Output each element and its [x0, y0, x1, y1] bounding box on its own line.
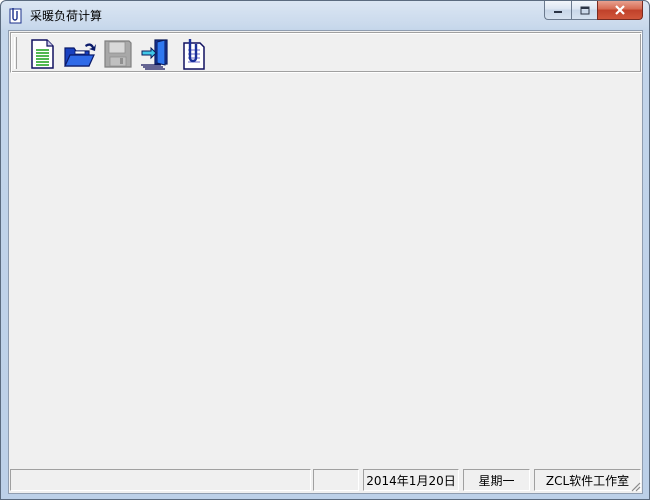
open-button[interactable] [62, 37, 98, 71]
exit-door-icon [141, 39, 168, 70]
new-button[interactable] [24, 37, 60, 71]
about-button[interactable] [176, 37, 212, 71]
status-date: 2014年1月20日 [363, 469, 459, 491]
open-folder-icon [64, 43, 96, 67]
work-area [9, 74, 642, 467]
client-area: 2014年1月20日 星期一 ZCL软件工作室 [8, 30, 643, 494]
new-document-icon [31, 39, 54, 69]
window-title: 采暖负荷计算 [30, 9, 103, 23]
caption-buttons [544, 1, 643, 21]
toolbar-grip[interactable] [14, 37, 17, 69]
maximize-icon [580, 6, 589, 14]
close-icon [615, 5, 625, 15]
save-disk-icon [104, 40, 132, 68]
status-weekday: 星期一 [463, 469, 530, 491]
document-clip-icon [9, 8, 22, 24]
status-panel-blank [313, 469, 359, 491]
minimize-button[interactable] [544, 1, 571, 20]
toolbar [10, 32, 642, 73]
resize-grip-icon[interactable] [629, 480, 641, 492]
status-bar: 2014年1月20日 星期一 ZCL软件工作室 [9, 467, 642, 493]
exit-button[interactable] [138, 37, 174, 71]
close-button[interactable] [597, 1, 643, 20]
document-clip-icon [183, 39, 205, 70]
app-window: 采暖负荷计算 2014年1月20日 星期一 ZCL软件工作室 [0, 0, 650, 500]
status-panel-message [10, 469, 311, 491]
title-bar[interactable]: 采暖负荷计算 [1, 1, 649, 29]
maximize-button[interactable] [571, 1, 597, 20]
save-button[interactable] [100, 37, 136, 71]
minimize-icon [554, 11, 562, 13]
status-company: ZCL软件工作室 [534, 469, 641, 491]
